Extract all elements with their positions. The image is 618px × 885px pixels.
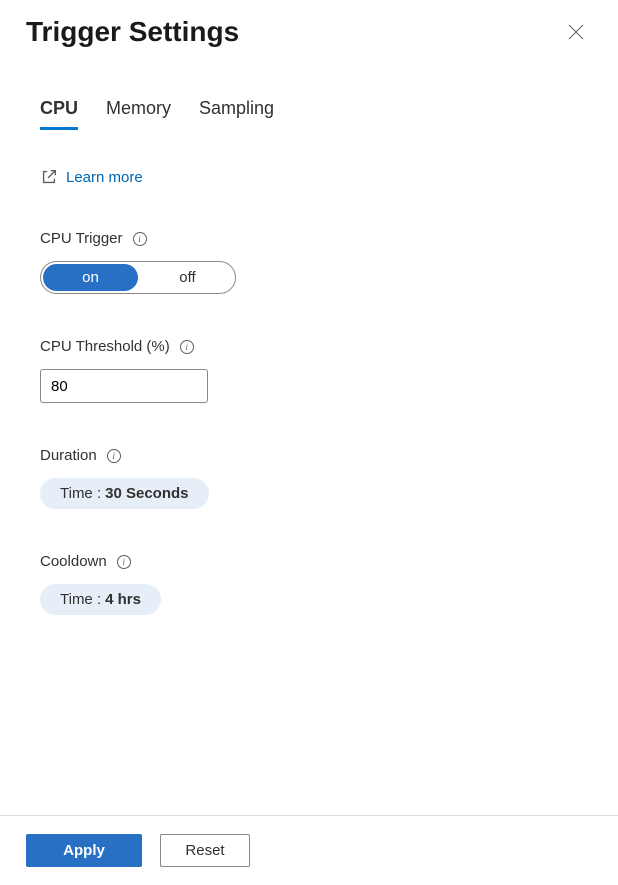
- toggle-off[interactable]: off: [140, 262, 235, 293]
- cooldown-prefix: Time :: [60, 591, 101, 608]
- cooldown-label: Cooldown: [40, 553, 107, 570]
- learn-more-link[interactable]: Learn more: [40, 168, 578, 186]
- page-title: Trigger Settings: [26, 16, 239, 48]
- footer: Apply Reset: [0, 815, 618, 885]
- cooldown-value: 4 hrs: [105, 591, 141, 608]
- close-icon: [568, 24, 584, 40]
- cpu-trigger-toggle[interactable]: on off: [40, 261, 236, 294]
- tab-memory[interactable]: Memory: [106, 98, 171, 130]
- duration-pill[interactable]: Time : 30 Seconds: [40, 478, 209, 509]
- cooldown-pill[interactable]: Time : 4 hrs: [40, 584, 161, 615]
- tab-sampling[interactable]: Sampling: [199, 98, 274, 130]
- cpu-threshold-label: CPU Threshold (%): [40, 338, 170, 355]
- external-link-icon: [40, 168, 58, 186]
- apply-button[interactable]: Apply: [26, 834, 142, 867]
- info-icon[interactable]: i: [107, 449, 121, 463]
- duration-prefix: Time :: [60, 485, 101, 502]
- info-icon[interactable]: i: [180, 340, 194, 354]
- info-icon[interactable]: i: [133, 232, 147, 246]
- cpu-trigger-label: CPU Trigger: [40, 230, 123, 247]
- cpu-threshold-input[interactable]: [40, 369, 208, 403]
- toggle-on[interactable]: on: [43, 264, 138, 291]
- close-button[interactable]: [560, 16, 592, 48]
- tab-cpu[interactable]: CPU: [40, 98, 78, 130]
- info-icon[interactable]: i: [117, 555, 131, 569]
- duration-label: Duration: [40, 447, 97, 464]
- tabs: CPU Memory Sampling: [0, 98, 618, 130]
- duration-value: 30 Seconds: [105, 485, 188, 502]
- reset-button[interactable]: Reset: [160, 834, 250, 867]
- learn-more-label: Learn more: [66, 169, 143, 186]
